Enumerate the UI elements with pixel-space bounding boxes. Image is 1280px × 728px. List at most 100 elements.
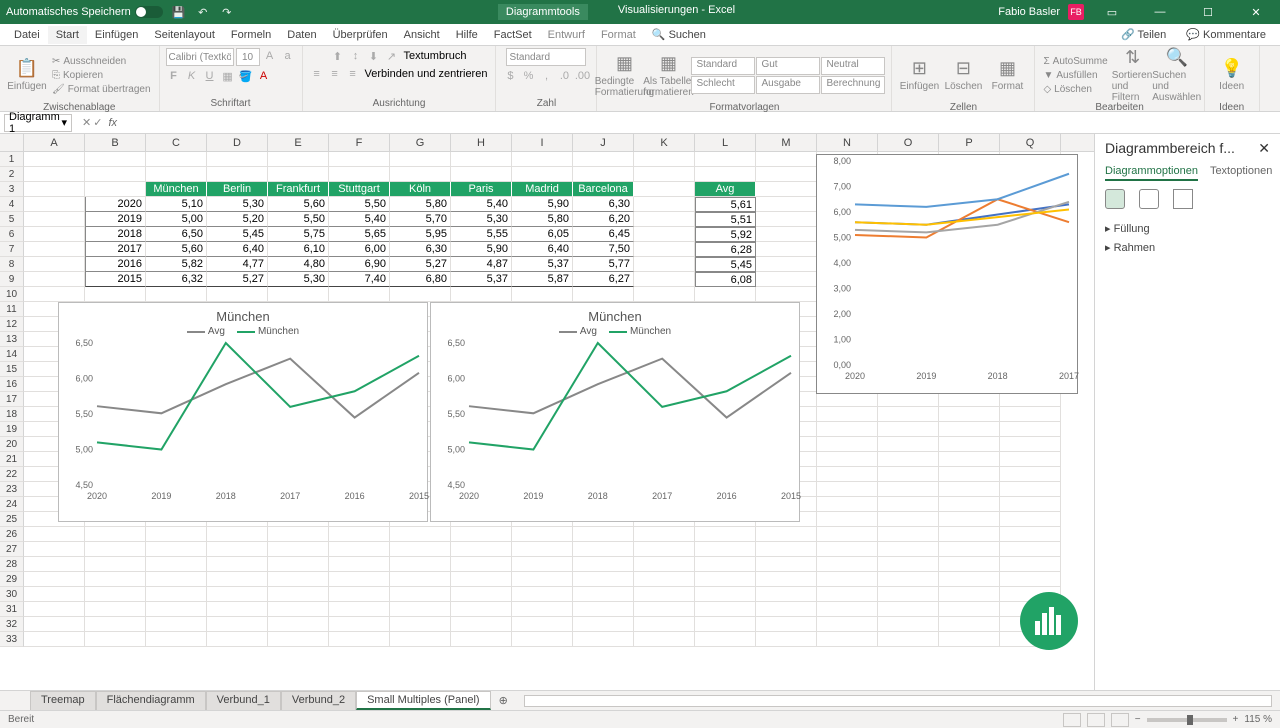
save-icon[interactable]: 💾 xyxy=(171,4,187,20)
row-header[interactable]: 12 xyxy=(0,317,24,332)
row-header[interactable]: 3 xyxy=(0,182,24,197)
cell[interactable] xyxy=(817,407,878,422)
cell[interactable] xyxy=(24,587,85,602)
pane-tab-text-options[interactable]: Textoptionen xyxy=(1210,165,1272,181)
cell[interactable] xyxy=(695,542,756,557)
name-box[interactable]: Diagramm 1 ▾ xyxy=(4,114,72,132)
cell[interactable] xyxy=(634,152,695,167)
cell[interactable] xyxy=(24,542,85,557)
cell[interactable] xyxy=(939,512,1000,527)
cell[interactable]: 5,95 xyxy=(390,227,451,242)
pane-tab-chart-options[interactable]: Diagrammoptionen xyxy=(1105,165,1198,181)
font-name-select[interactable] xyxy=(166,48,234,66)
cell[interactable] xyxy=(817,617,878,632)
cell[interactable] xyxy=(817,542,878,557)
cancel-formula-icon[interactable]: ✕ xyxy=(82,116,91,129)
menu-daten[interactable]: Daten xyxy=(279,26,324,44)
cell[interactable]: 6,30 xyxy=(390,242,451,257)
cell[interactable]: 5,40 xyxy=(451,197,512,212)
cell[interactable] xyxy=(24,152,85,167)
row-header[interactable]: 28 xyxy=(0,557,24,572)
cell[interactable] xyxy=(390,287,451,302)
cell[interactable] xyxy=(512,287,573,302)
cell[interactable] xyxy=(634,287,695,302)
cell[interactable] xyxy=(268,287,329,302)
cell[interactable] xyxy=(329,542,390,557)
cell[interactable] xyxy=(268,602,329,617)
cell[interactable] xyxy=(146,557,207,572)
cell[interactable] xyxy=(695,617,756,632)
cell[interactable] xyxy=(268,587,329,602)
cell[interactable]: 5,20 xyxy=(207,212,268,227)
insert-cells-button[interactable]: ⊞Einfügen xyxy=(898,48,940,102)
cell[interactable] xyxy=(512,542,573,557)
cell[interactable] xyxy=(817,512,878,527)
cell[interactable] xyxy=(207,632,268,647)
row-header[interactable]: 7 xyxy=(0,242,24,257)
row-header[interactable]: 11 xyxy=(0,302,24,317)
row-header[interactable]: 6 xyxy=(0,227,24,242)
cell[interactable] xyxy=(207,572,268,587)
cell[interactable] xyxy=(85,167,146,182)
col-header[interactable]: A xyxy=(24,134,85,151)
col-header[interactable]: N xyxy=(817,134,878,151)
cell[interactable] xyxy=(24,242,85,257)
cell[interactable] xyxy=(390,617,451,632)
format-cells-button[interactable]: ▦Format xyxy=(986,48,1028,102)
style-standard[interactable]: Standard xyxy=(691,57,755,75)
cell[interactable]: 6,28 xyxy=(695,242,756,257)
cell[interactable] xyxy=(390,632,451,647)
cell[interactable] xyxy=(85,587,146,602)
border-icon[interactable]: ▦ xyxy=(220,68,236,84)
select-all-corner[interactable] xyxy=(0,134,24,151)
comma-icon[interactable]: , xyxy=(538,68,554,84)
cell[interactable]: 4,80 xyxy=(268,257,329,272)
cell[interactable]: 5,65 xyxy=(329,227,390,242)
cell[interactable] xyxy=(146,167,207,182)
sheet-tab[interactable]: Small Multiples (Panel) xyxy=(356,691,490,710)
cell[interactable]: 4,77 xyxy=(207,257,268,272)
cell[interactable]: 5,30 xyxy=(207,197,268,212)
cell[interactable] xyxy=(512,617,573,632)
cell[interactable] xyxy=(756,602,817,617)
cell[interactable] xyxy=(695,632,756,647)
ribbon-options-icon[interactable]: ▭ xyxy=(1092,0,1132,24)
cell[interactable] xyxy=(878,407,939,422)
cell[interactable] xyxy=(939,542,1000,557)
cell[interactable] xyxy=(756,257,817,272)
style-neutral[interactable]: Neutral xyxy=(821,57,885,75)
cell[interactable] xyxy=(1000,452,1061,467)
cell[interactable]: 5,27 xyxy=(207,272,268,287)
clear-button[interactable]: ◇ Löschen xyxy=(1041,83,1109,96)
cell[interactable] xyxy=(634,632,695,647)
increase-font-icon[interactable]: A xyxy=(262,48,278,64)
cell[interactable] xyxy=(573,557,634,572)
cell[interactable] xyxy=(451,527,512,542)
cell[interactable]: 7,50 xyxy=(573,242,634,257)
cell[interactable] xyxy=(268,557,329,572)
cell[interactable] xyxy=(390,587,451,602)
cell[interactable] xyxy=(939,617,1000,632)
align-middle-icon[interactable]: ↕ xyxy=(348,48,364,64)
cell[interactable]: 5,75 xyxy=(268,227,329,242)
style-output[interactable]: Ausgabe xyxy=(756,76,820,94)
cell[interactable] xyxy=(451,542,512,557)
row-header[interactable]: 1 xyxy=(0,152,24,167)
sheet-tab[interactable]: Verbund_1 xyxy=(206,691,281,710)
font-color-icon[interactable]: A xyxy=(256,68,272,84)
cell[interactable] xyxy=(939,437,1000,452)
cell[interactable]: 5,90 xyxy=(512,197,573,212)
cell[interactable] xyxy=(878,617,939,632)
col-header[interactable]: E xyxy=(268,134,329,151)
cell[interactable] xyxy=(634,572,695,587)
cell[interactable] xyxy=(573,287,634,302)
cell[interactable]: 5,77 xyxy=(573,257,634,272)
cell[interactable] xyxy=(24,557,85,572)
menu-factset[interactable]: FactSet xyxy=(486,26,540,44)
cell[interactable]: 5,55 xyxy=(451,227,512,242)
cell[interactable]: Stuttgart xyxy=(329,182,390,197)
align-left-icon[interactable]: ≡ xyxy=(309,66,325,82)
menu-format[interactable]: Format xyxy=(593,26,644,44)
cell[interactable] xyxy=(756,167,817,182)
cell[interactable] xyxy=(634,242,695,257)
